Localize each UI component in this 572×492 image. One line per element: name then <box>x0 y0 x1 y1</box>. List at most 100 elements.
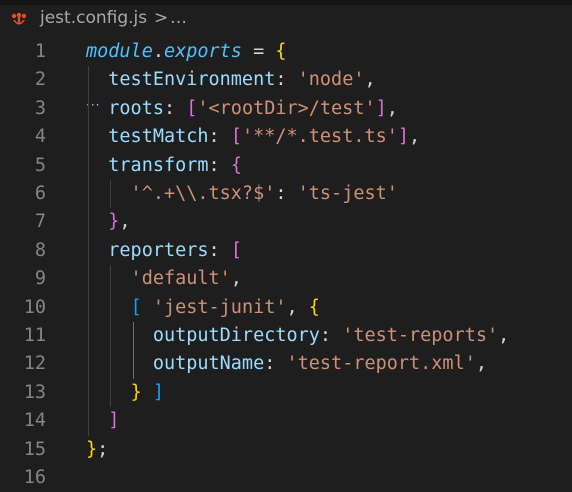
code-token: [ <box>230 126 242 148</box>
line-number: 7 <box>34 211 46 233</box>
line-number: 13 <box>23 381 46 403</box>
code-token: 'node' <box>297 69 365 91</box>
code-line[interactable]: 11 outputDirectory: 'test-reports', <box>0 322 572 350</box>
code-token: : <box>275 69 298 91</box>
code-line[interactable]: 15}; <box>0 436 572 464</box>
code-text: transform: { <box>86 152 242 180</box>
code-text: testMatch: ['**/*.test.ts'], <box>86 123 420 151</box>
line-number: 9 <box>34 268 46 290</box>
code-text: ] <box>86 407 119 435</box>
code-line[interactable]: 7 }, <box>0 208 572 236</box>
code-token: , <box>119 211 131 233</box>
code-line[interactable]: 12 outputName: 'test-report.xml', <box>0 350 572 378</box>
code-text: outputName: 'test-report.xml', <box>86 350 487 378</box>
line-number: 1 <box>34 41 46 62</box>
code-token: ] <box>108 410 120 432</box>
code-token: : <box>208 126 231 148</box>
line-number: 15 <box>23 438 46 460</box>
code-line[interactable]: 1 module.exports = { <box>0 38 572 66</box>
breadcrumb-more[interactable]: … <box>170 8 187 28</box>
code-line[interactable]: 5 transform: { <box>0 152 572 180</box>
chevron-right-icon: > <box>154 8 169 28</box>
code-token: : <box>208 239 231 261</box>
breadcrumb: jest.config.js > … <box>0 5 572 35</box>
code-token: 'test-reports' <box>342 325 499 346</box>
code-token: , <box>409 126 421 148</box>
line-number: 10 <box>23 296 46 318</box>
code-token: outputDirectory <box>86 325 320 346</box>
line-number: 6 <box>34 183 46 204</box>
line-number: 8 <box>34 239 46 261</box>
code-token: , <box>498 325 510 346</box>
code-token: 'test-report.xml' <box>286 353 476 375</box>
code-line[interactable]: 14 ] <box>0 407 572 435</box>
code-token: , <box>475 353 487 375</box>
code-token: } <box>108 211 120 233</box>
code-token: { <box>230 154 242 176</box>
code-token: { <box>275 41 287 62</box>
code-token: ] <box>152 381 164 403</box>
code-text: '^.+\\.tsx?$': 'ts-jest' <box>86 180 398 208</box>
code-token: outputName <box>86 353 265 375</box>
code-token: '^.+\\.tsx?$' <box>86 183 276 204</box>
code-token: 'default' <box>86 268 231 290</box>
indent-guide <box>110 265 112 408</box>
code-token: } <box>130 381 142 403</box>
code-token: '**/*.test.ts' <box>241 126 398 148</box>
code-token: transform <box>86 154 209 176</box>
code-token: testMatch <box>86 126 209 148</box>
code-token: 'ts-jest' <box>297 183 398 204</box>
code-text: testEnvironment: 'node', <box>86 66 375 94</box>
code-token: exports <box>163 41 242 62</box>
code-token: testEnvironment <box>86 69 276 91</box>
code-token: : <box>208 154 231 176</box>
code-text: roots: ['<rootDir>/test'], <box>86 95 398 123</box>
code-token: 'jest-junit' <box>152 296 287 318</box>
code-line[interactable]: 6 '^.+\\.tsx?$': 'ts-jest' <box>0 180 572 208</box>
code-line[interactable]: 8 reporters: [ <box>0 237 572 265</box>
indent-guide <box>132 322 134 379</box>
code-line[interactable]: 10 [ 'jest-junit', { <box>0 294 572 322</box>
line-number: 2 <box>34 69 46 91</box>
code-line[interactable]: 2 testEnvironment: 'node', <box>0 66 572 94</box>
line-number: 11 <box>23 325 46 346</box>
code-token: reporters <box>86 239 209 261</box>
code-token: , <box>286 296 309 318</box>
code-token: module <box>86 41 153 62</box>
line-number: 4 <box>34 126 46 148</box>
code-line[interactable]: 9 'default', <box>0 265 572 293</box>
line-number: 5 <box>34 154 46 176</box>
code-text: }; <box>86 436 108 464</box>
code-token: [ <box>230 239 242 261</box>
code-token: : <box>275 183 298 204</box>
jest-icon[interactable] <box>10 12 28 30</box>
code-line[interactable]: 3 roots: ['<rootDir>/test'], <box>0 95 572 123</box>
code-text: [ 'jest-junit', { <box>86 294 320 322</box>
code-token: : <box>163 97 187 119</box>
breadcrumb-file-name[interactable]: jest.config.js <box>40 8 147 28</box>
code-text: reporters: [ <box>86 237 242 265</box>
code-token: '<rootDir>/test' <box>197 97 376 119</box>
line-number: 3 <box>34 97 46 119</box>
code-token: . <box>152 41 164 62</box>
code-text: outputDirectory: 'test-reports', <box>86 322 509 350</box>
code-line[interactable]: 4 testMatch: ['**/*.test.ts'], <box>0 123 572 151</box>
code-line[interactable]: 13 } ] <box>0 379 572 407</box>
code-text: }, <box>86 208 131 236</box>
code-editor[interactable]: ··· 1 module.exports = {2 testEnvironment… <box>0 36 572 488</box>
indent-guide <box>88 66 89 436</box>
line-number: 12 <box>23 353 46 375</box>
code-text: module.exports = { <box>86 38 287 66</box>
code-token: roots <box>86 97 164 119</box>
code-token: = <box>241 41 276 62</box>
code-token: ; <box>97 438 109 460</box>
code-token: , <box>386 97 398 119</box>
code-token: { <box>308 296 320 318</box>
code-token: , <box>230 268 242 290</box>
